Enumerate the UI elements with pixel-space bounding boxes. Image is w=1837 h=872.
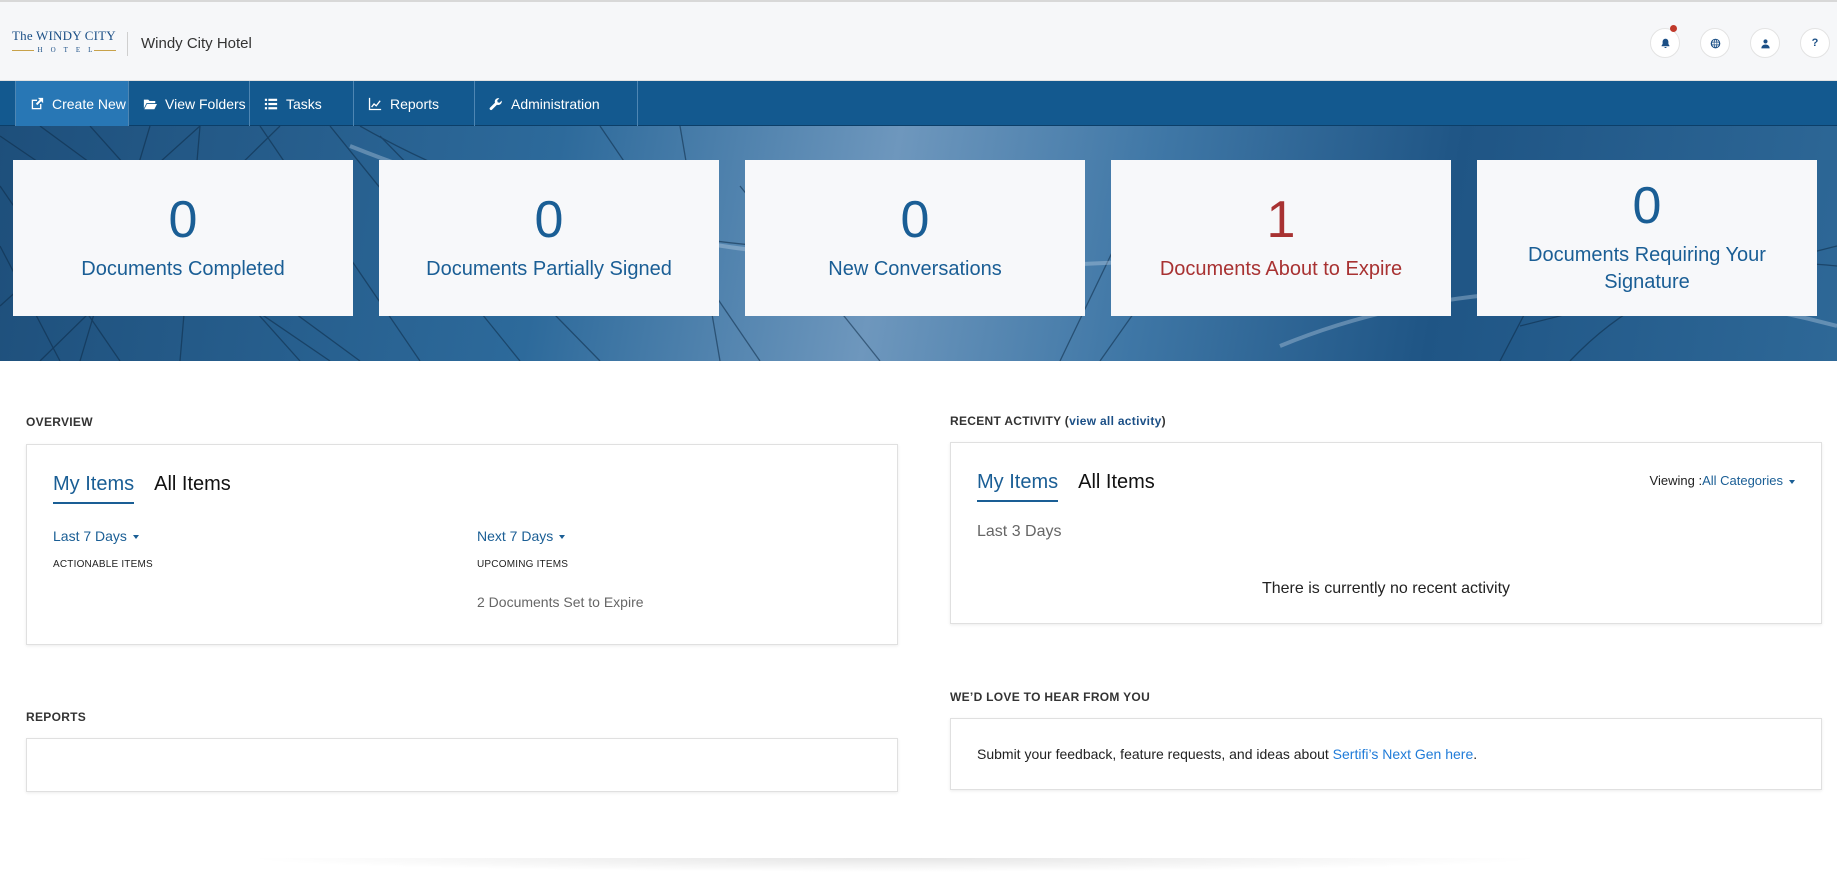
nav-label: Reports	[390, 95, 440, 112]
stat-card-new-conversations[interactable]: 0 New Conversations	[745, 160, 1085, 316]
top-header: The WINDY CITY HOTEL Windy City Hotel ?	[0, 0, 1837, 81]
bell-icon	[1661, 38, 1669, 48]
stat-card-completed[interactable]: 0 Documents Completed	[13, 160, 353, 316]
recent-activity-panel: My Items All Items Viewing :All Categori…	[950, 442, 1822, 624]
dropdown-label: Last 7 Days	[53, 528, 127, 544]
nav-label: Administration	[511, 95, 600, 112]
external-link-icon	[31, 97, 44, 109]
notifications-button[interactable]	[1650, 25, 1680, 58]
stat-value: 0	[1632, 177, 1662, 235]
category-filter[interactable]: Viewing :All Categories	[1650, 473, 1795, 488]
recent-activity-label: RECENT ACTIVITY (	[950, 414, 1070, 428]
nav-administration[interactable]: Administration	[475, 81, 638, 126]
profile-button[interactable]	[1750, 28, 1780, 58]
tab-my-items[interactable]: My Items	[977, 471, 1059, 502]
caret-down-icon	[559, 535, 566, 540]
empty-activity-message: There is currently no recent activity	[1261, 580, 1511, 597]
recent-activity-title: RECENT ACTIVITY (view all activity)	[950, 414, 1166, 428]
view-all-activity-link[interactable]: view all activity	[1069, 414, 1161, 428]
stat-label: New Conversations	[828, 257, 1002, 280]
tab-all-items[interactable]: All Items	[154, 473, 231, 504]
overview-panel: My Items All Items Last 7 Days ACTIONABL…	[26, 444, 898, 645]
feedback-panel: Submit your feedback, feature requests, …	[950, 718, 1822, 790]
viewing-value: All Categories	[1702, 473, 1783, 488]
globe-icon	[1710, 38, 1720, 48]
bottom-shadow	[240, 858, 1550, 872]
stat-value: 0	[534, 190, 564, 249]
date-range-label: Last 3 Days	[977, 523, 1062, 540]
viewing-label: Viewing :	[1649, 473, 1703, 488]
last-7-days-dropdown[interactable]: Last 7 Days	[53, 528, 139, 544]
stat-card-partially-signed[interactable]: 0 Documents Partially Signed	[379, 160, 719, 316]
wrench-icon	[489, 97, 502, 110]
nav-label: Create New	[52, 95, 126, 112]
user-icon	[1760, 38, 1770, 48]
actionable-items-caption: ACTIONABLE ITEMS	[53, 559, 153, 570]
overview-title: OVERVIEW	[26, 415, 93, 429]
nav-tasks[interactable]: Tasks	[250, 81, 354, 126]
nav-view-folders[interactable]: View Folders	[129, 81, 250, 126]
language-button[interactable]	[1700, 28, 1730, 58]
logo-title: The WINDY CITY	[12, 28, 116, 43]
feedback-text: Submit your feedback, feature requests, …	[977, 746, 1477, 762]
stat-label: Documents Requiring Your Signature	[1528, 244, 1766, 293]
next-7-days-dropdown[interactable]: Next 7 Days	[477, 528, 566, 544]
upcoming-items-caption: UPCOMING ITEMS	[477, 559, 569, 570]
dropdown-label: Next 7 Days	[477, 528, 554, 544]
feedback-body: Submit your feedback, feature requests, …	[977, 746, 1333, 762]
main-nav: Create New View Folders Tasks Reports Ad…	[0, 81, 1837, 126]
caret-down-icon	[132, 535, 139, 540]
stat-value: 0	[900, 190, 930, 249]
help-icon: ?	[1811, 37, 1819, 49]
feedback-end: .	[1473, 746, 1478, 762]
stat-card-requiring-signature[interactable]: 0 Documents Requiring Your Signature	[1477, 160, 1817, 316]
nav-label: View Folders	[165, 95, 246, 112]
next-gen-feedback-link[interactable]: Sertifi’s Next Gen here	[1333, 746, 1474, 762]
reports-title: REPORTS	[26, 710, 87, 724]
logo-subtitle: HOTEL	[12, 46, 116, 54]
stat-label: Documents About to Expire	[1159, 257, 1403, 280]
line-chart-icon	[368, 97, 382, 110]
nav-reports[interactable]: Reports	[354, 81, 475, 126]
stat-label: Documents Completed	[81, 257, 285, 280]
header-divider	[127, 32, 128, 56]
caret-down-icon	[1789, 479, 1795, 484]
hotel-logo[interactable]: The WINDY CITY HOTEL	[12, 28, 116, 56]
nav-label: Tasks	[286, 95, 322, 112]
notification-badge	[1670, 25, 1677, 32]
overview-tabs: My Items All Items	[53, 473, 231, 504]
recent-activity-paren: )	[1161, 414, 1166, 428]
stat-value: 0	[168, 190, 198, 249]
recent-tabs: My Items All Items	[977, 471, 1155, 502]
stats-banner: 0 Documents Completed 0 Documents Partia…	[0, 126, 1837, 361]
tab-all-items[interactable]: All Items	[1078, 471, 1155, 502]
upcoming-item-link[interactable]: 2 Documents Set to Expire	[477, 594, 644, 610]
stat-card-about-to-expire[interactable]: 1 Documents About to Expire	[1111, 160, 1451, 316]
stat-value: 1	[1266, 190, 1296, 249]
reports-panel	[26, 738, 898, 792]
tab-my-items[interactable]: My Items	[53, 473, 135, 504]
list-icon	[264, 98, 278, 109]
company-name: Windy City Hotel	[141, 35, 252, 52]
folder-open-icon	[143, 99, 157, 109]
stat-label: Documents Partially Signed	[426, 257, 672, 280]
feedback-title: WE’D LOVE TO HEAR FROM YOU	[950, 690, 1151, 704]
help-button[interactable]: ?	[1800, 28, 1830, 58]
nav-create-new[interactable]: Create New	[15, 81, 129, 126]
